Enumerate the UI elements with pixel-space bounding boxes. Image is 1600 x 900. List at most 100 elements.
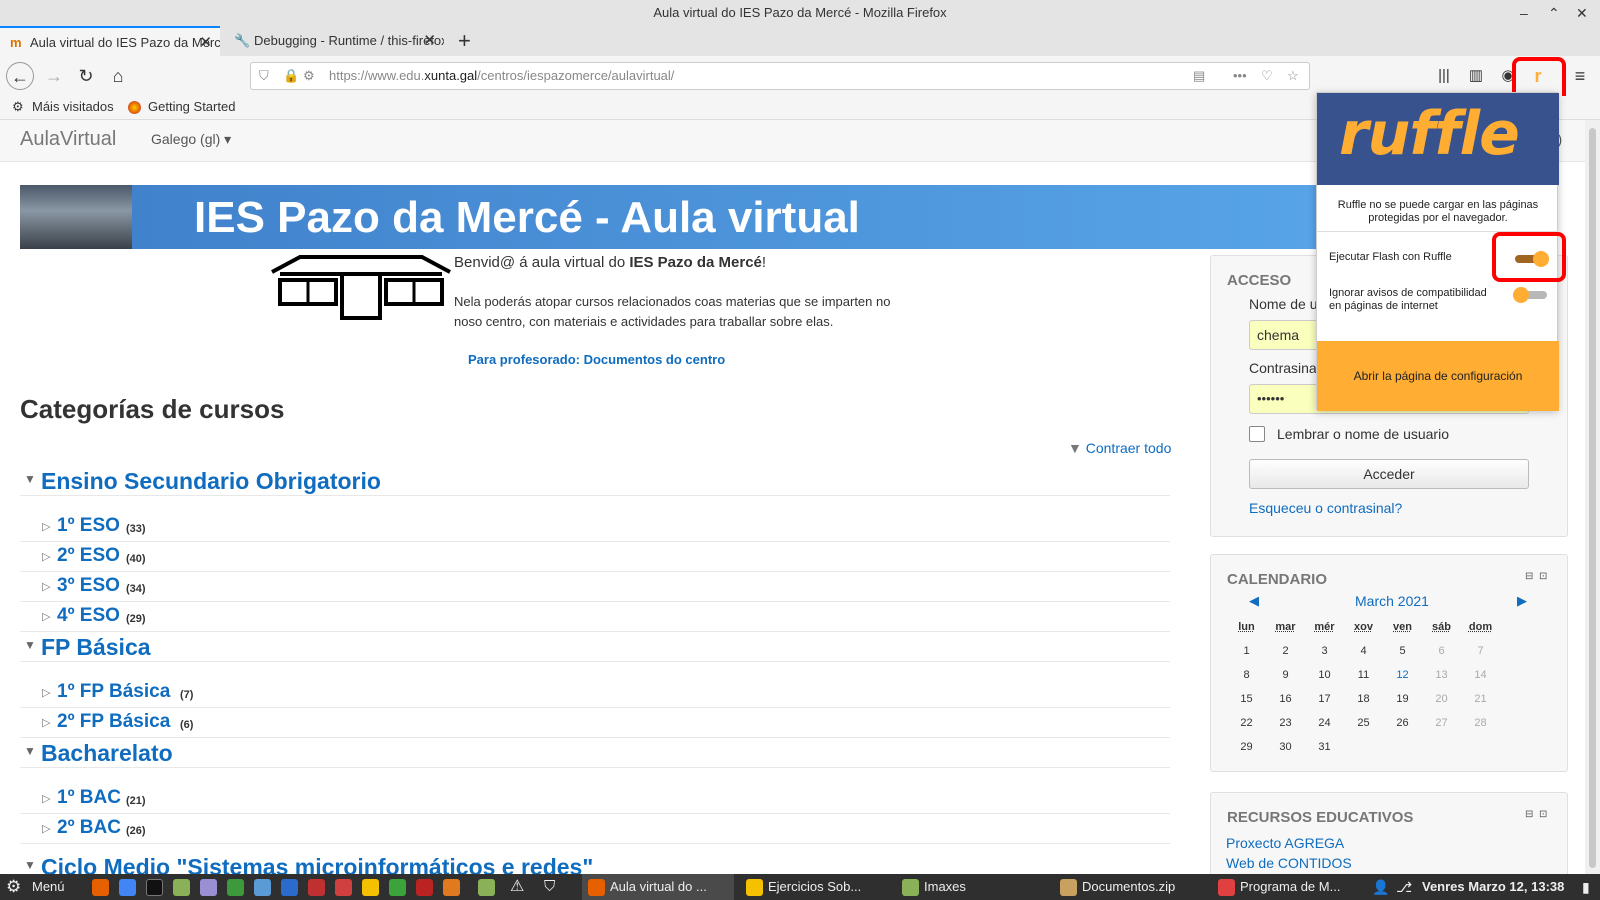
writer-launcher-icon[interactable] [254, 879, 271, 896]
calendar-day[interactable]: 8 [1227, 663, 1266, 687]
show-desktop-icon[interactable]: ▮ [1582, 874, 1590, 900]
page-scrollbar[interactable] [1585, 120, 1600, 874]
page-actions-icon[interactable]: ••• [1233, 63, 1247, 89]
shield-icon[interactable]: ⛉ [259, 63, 269, 89]
tab-debugging[interactable]: 🔧 Debugging - Runtime / this-firefox ✕ [224, 26, 444, 56]
files-launcher-icon[interactable] [173, 879, 190, 896]
calendar-day[interactable]: 22 [1227, 711, 1266, 735]
category-item-name[interactable]: 1º ESO [57, 515, 120, 537]
calendar-day[interactable]: 18 [1344, 687, 1383, 711]
taskbar-app[interactable]: Documentos.zip [1054, 874, 1206, 900]
calendar-day[interactable]: 30 [1266, 735, 1305, 759]
user-tray-icon[interactable]: 👤 [1372, 874, 1389, 900]
close-tab-icon[interactable]: ✕ [423, 26, 436, 56]
calendar-day[interactable]: 3 [1305, 639, 1344, 663]
category-group[interactable]: ▼ Ciclo Medio "Sistemas microinformáticos… [20, 844, 1170, 874]
category-group[interactable]: ▼ Bacharelato [20, 738, 1170, 768]
calendar-day[interactable]: 11 [1344, 663, 1383, 687]
calendar-day[interactable]: 14 [1461, 663, 1500, 687]
app-launcher-icon[interactable] [389, 879, 406, 896]
prev-month-icon[interactable]: ◀ [1249, 593, 1259, 609]
calendar-day[interactable]: 25 [1344, 711, 1383, 735]
taskbar-app[interactable]: Aula virtual do ... [582, 874, 734, 900]
calendar-day[interactable]: 10 [1305, 663, 1344, 687]
category-name[interactable]: FP Básica [41, 634, 151, 661]
calendar-day[interactable]: 5 [1383, 639, 1422, 663]
network-tray-icon[interactable]: ⎇ [1396, 874, 1412, 900]
folder-launcher-icon[interactable] [478, 879, 495, 896]
scrollbar-thumb[interactable] [1589, 128, 1596, 868]
start-menu-button[interactable]: Menú [32, 874, 65, 900]
calendar-day[interactable]: 20 [1422, 687, 1461, 711]
resource-link[interactable]: Proxecto AGREGA [1226, 835, 1344, 851]
open-settings-button[interactable]: Abrir la página de configuración [1317, 341, 1559, 411]
collapse-all-link[interactable]: ▼ Contraer todo [1068, 440, 1171, 456]
calendar-day[interactable]: 1 [1227, 639, 1266, 663]
forward-icon[interactable]: → [40, 62, 68, 90]
lock-icon[interactable]: 🔒 [283, 63, 299, 89]
dock-block-icon[interactable]: ⊡ [1539, 809, 1547, 820]
app-launcher-icon[interactable] [335, 879, 352, 896]
taskbar-app[interactable]: Ejercicios Sob... [740, 874, 892, 900]
calendar-day[interactable]: 16 [1266, 687, 1305, 711]
taskbar-app[interactable]: Imaxes [896, 874, 1048, 900]
maximize-icon[interactable]: ⌃ [1548, 0, 1560, 26]
permissions-icon[interactable]: ⚙ [303, 63, 315, 89]
calendar-day[interactable]: 24 [1305, 711, 1344, 735]
bookmark-star-icon[interactable]: ☆ [1287, 63, 1299, 89]
category-name[interactable]: Ensino Secundario Obrigatorio [41, 468, 381, 495]
url-text[interactable]: https://www.edu.xunta.gal/centros/iespaz… [329, 63, 674, 89]
category-item[interactable]: ▷ 4º ESO (29) [20, 602, 1170, 632]
calendar-day[interactable]: 28 [1461, 711, 1500, 735]
home-icon[interactable]: ⌂ [104, 62, 132, 90]
menu-hamburger-icon[interactable]: ≡ [1566, 62, 1594, 90]
shield-tray-icon[interactable]: ⛉ [544, 874, 555, 900]
chrome-launcher-icon[interactable] [119, 879, 136, 896]
taskbar-app[interactable]: Programa de M... [1212, 874, 1364, 900]
category-item-name[interactable]: 2º FP Básica [57, 711, 170, 733]
calendar-day[interactable]: 6 [1422, 639, 1461, 663]
pocket-icon[interactable]: ♡ [1261, 63, 1273, 89]
category-name[interactable]: Ciclo Medio "Sistemas microinformáticos … [41, 854, 593, 874]
blender-launcher-icon[interactable] [443, 879, 460, 896]
terminal-launcher-icon[interactable] [146, 879, 163, 896]
calendar-day[interactable]: 31 [1305, 735, 1344, 759]
category-item[interactable]: ▷ 2º FP Básica (6) [20, 708, 1170, 738]
language-menu[interactable]: Galego (gl) ▾ [151, 131, 231, 148]
category-item[interactable]: ▷ 3º ESO (34) [20, 572, 1170, 602]
remember-checkbox[interactable] [1249, 426, 1265, 442]
clock[interactable]: Venres Marzo 12, 13:38 [1422, 874, 1564, 900]
calendar-day[interactable]: 9 [1266, 663, 1305, 687]
category-item[interactable]: ▷ 2º BAC (26) [20, 814, 1170, 844]
back-icon[interactable]: ← [6, 62, 34, 90]
calc-launcher-icon[interactable] [227, 879, 244, 896]
dock-block-icon[interactable]: ⊡ [1539, 571, 1547, 582]
calendar-day[interactable]: 15 [1227, 687, 1266, 711]
category-item[interactable]: ▷ 1º FP Básica (7) [20, 678, 1170, 708]
next-month-icon[interactable]: ▶ [1517, 593, 1527, 609]
resource-link[interactable]: Web de CONTIDOS [1226, 855, 1352, 871]
category-item-name[interactable]: 1º BAC [57, 787, 121, 809]
category-item-name[interactable]: 2º ESO [57, 545, 120, 567]
library-icon[interactable]: ||| [1430, 62, 1458, 90]
calendar-day[interactable]: 27 [1422, 711, 1461, 735]
collapse-block-icon[interactable]: ⊟ [1525, 809, 1533, 820]
url-bar[interactable]: ⛉ 🔒 ⚙ https://www.edu.xunta.gal/centros/… [250, 62, 1310, 90]
site-brand[interactable]: AulaVirtual [20, 128, 116, 151]
close-window-icon[interactable]: ✕ [1576, 0, 1588, 26]
app-launcher-icon[interactable] [308, 879, 325, 896]
category-name[interactable]: Bacharelato [41, 740, 173, 767]
calendar-day[interactable]: 19 [1383, 687, 1422, 711]
calendar-day[interactable]: 2 [1266, 639, 1305, 663]
category-group[interactable]: ▼ Ensino Secundario Obrigatorio [20, 466, 1170, 496]
editor-launcher-icon[interactable] [200, 879, 217, 896]
close-tab-icon[interactable]: ✕ [199, 28, 212, 56]
menu-gear-icon[interactable]: ⚙ [6, 874, 21, 900]
app-launcher-icon[interactable] [362, 879, 379, 896]
tab-aula-virtual[interactable]: m Aula virtual do IES Pazo da Mercé ✕ [0, 26, 220, 56]
minimize-icon[interactable]: – [1520, 0, 1528, 26]
calendar-day[interactable]: 23 [1266, 711, 1305, 735]
collapse-block-icon[interactable]: ⊟ [1525, 571, 1533, 582]
category-item-name[interactable]: 1º FP Básica [57, 681, 170, 703]
warning-icon[interactable]: ⚠ [510, 874, 524, 900]
